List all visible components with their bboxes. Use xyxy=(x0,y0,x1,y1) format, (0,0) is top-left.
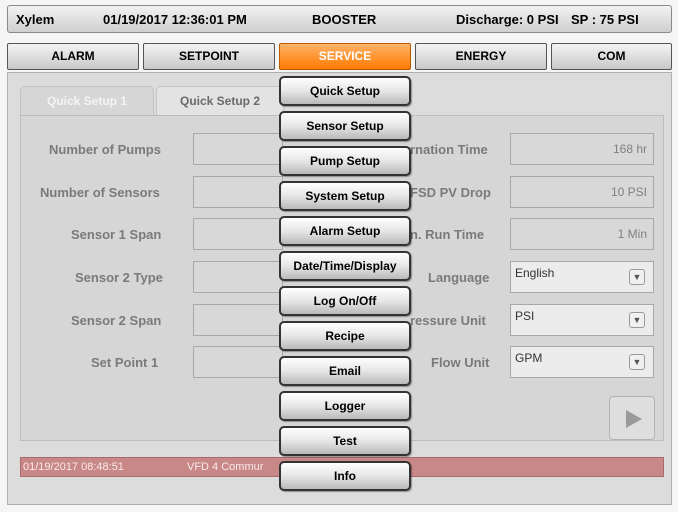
language-select[interactable]: English ▼ xyxy=(510,261,654,293)
menu-item-logger[interactable]: Logger xyxy=(279,391,411,421)
tab-setpoint[interactable]: SETPOINT xyxy=(143,43,275,70)
alarm-timestamp: 01/19/2017 08:48:51 xyxy=(23,461,124,473)
label-number-of-pumps: Number of Pumps xyxy=(49,142,161,157)
number-of-sensors-field[interactable] xyxy=(193,176,283,208)
mode-label: BOOSTER xyxy=(312,12,377,27)
chevron-down-icon[interactable]: ▼ xyxy=(629,269,645,285)
alternation-time-field[interactable]: 168 hr xyxy=(510,133,654,165)
hmi-screen: Xylem 01/19/2017 12:36:01 PM BOOSTER Dis… xyxy=(0,0,678,512)
tab-energy[interactable]: ENERGY xyxy=(415,43,547,70)
label-language: Language xyxy=(428,270,490,285)
label-set-point-1: Set Point 1 xyxy=(91,355,159,370)
menu-item-alarm-setup[interactable]: Alarm Setup xyxy=(279,216,411,246)
play-arrow-icon xyxy=(626,410,642,428)
language-select-value: English xyxy=(515,266,555,280)
tab-com[interactable]: COM xyxy=(551,43,672,70)
menu-item-date-time-display[interactable]: Date/Time/Display xyxy=(279,251,411,281)
sensor-1-span-field[interactable] xyxy=(193,218,283,250)
menu-item-recipe[interactable]: Recipe xyxy=(279,321,411,351)
label-sensor-1-span: Sensor 1 Span xyxy=(71,227,162,242)
sensor-2-span-field[interactable] xyxy=(193,304,283,336)
label-min-run-time: n. Run Time xyxy=(410,227,485,242)
pressure-unit-select[interactable]: PSI ▼ xyxy=(510,304,654,336)
number-of-pumps-field[interactable] xyxy=(193,133,283,165)
set-point-1-field[interactable] xyxy=(193,346,283,378)
subtab-quick-setup-2[interactable]: Quick Setup 2 xyxy=(156,86,284,116)
min-run-time-field[interactable]: 1 Min xyxy=(510,218,654,250)
alarm-message: VFD 4 Commur xyxy=(187,461,264,473)
label-pressure-unit: ressure Unit xyxy=(410,313,486,328)
label-alternation-time: rnation Time xyxy=(410,142,488,157)
status-bar: Xylem 01/19/2017 12:36:01 PM BOOSTER Dis… xyxy=(7,5,672,33)
chevron-down-icon[interactable]: ▼ xyxy=(629,354,645,370)
label-vfd-pv-drop: FSD PV Drop xyxy=(410,185,491,200)
discharge-readout: Discharge: 0 PSI xyxy=(456,12,559,27)
brand-label: Xylem xyxy=(16,12,55,27)
label-sensor-2-type: Sensor 2 Type xyxy=(75,270,163,285)
label-flow-unit: Flow Unit xyxy=(431,355,490,370)
tab-alarm[interactable]: ALARM xyxy=(7,43,139,70)
menu-item-log-on-off[interactable]: Log On/Off xyxy=(279,286,411,316)
label-number-of-sensors: Number of Sensors xyxy=(40,185,160,200)
flow-unit-select-value: GPM xyxy=(515,351,543,365)
label-sensor-2-span: Sensor 2 Span xyxy=(71,313,162,328)
setpoint-readout: SP : 75 PSI xyxy=(571,12,639,27)
menu-item-info[interactable]: Info xyxy=(279,461,411,491)
subtab-quick-setup-1[interactable]: Quick Setup 1 xyxy=(20,86,154,116)
next-page-button[interactable] xyxy=(609,396,655,440)
sensor-2-type-field[interactable] xyxy=(193,261,283,293)
menu-item-system-setup[interactable]: System Setup xyxy=(279,181,411,211)
menu-item-quick-setup[interactable]: Quick Setup xyxy=(279,76,411,106)
flow-unit-select[interactable]: GPM ▼ xyxy=(510,346,654,378)
pressure-unit-select-value: PSI xyxy=(515,309,535,323)
menu-item-pump-setup[interactable]: Pump Setup xyxy=(279,146,411,176)
menu-item-test[interactable]: Test xyxy=(279,426,411,456)
chevron-down-icon[interactable]: ▼ xyxy=(629,312,645,328)
vfd-pv-drop-field[interactable]: 10 PSI xyxy=(510,176,654,208)
menu-item-email[interactable]: Email xyxy=(279,356,411,386)
datetime-label: 01/19/2017 12:36:01 PM xyxy=(103,12,247,27)
tab-service[interactable]: SERVICE xyxy=(279,43,411,70)
menu-item-sensor-setup[interactable]: Sensor Setup xyxy=(279,111,411,141)
